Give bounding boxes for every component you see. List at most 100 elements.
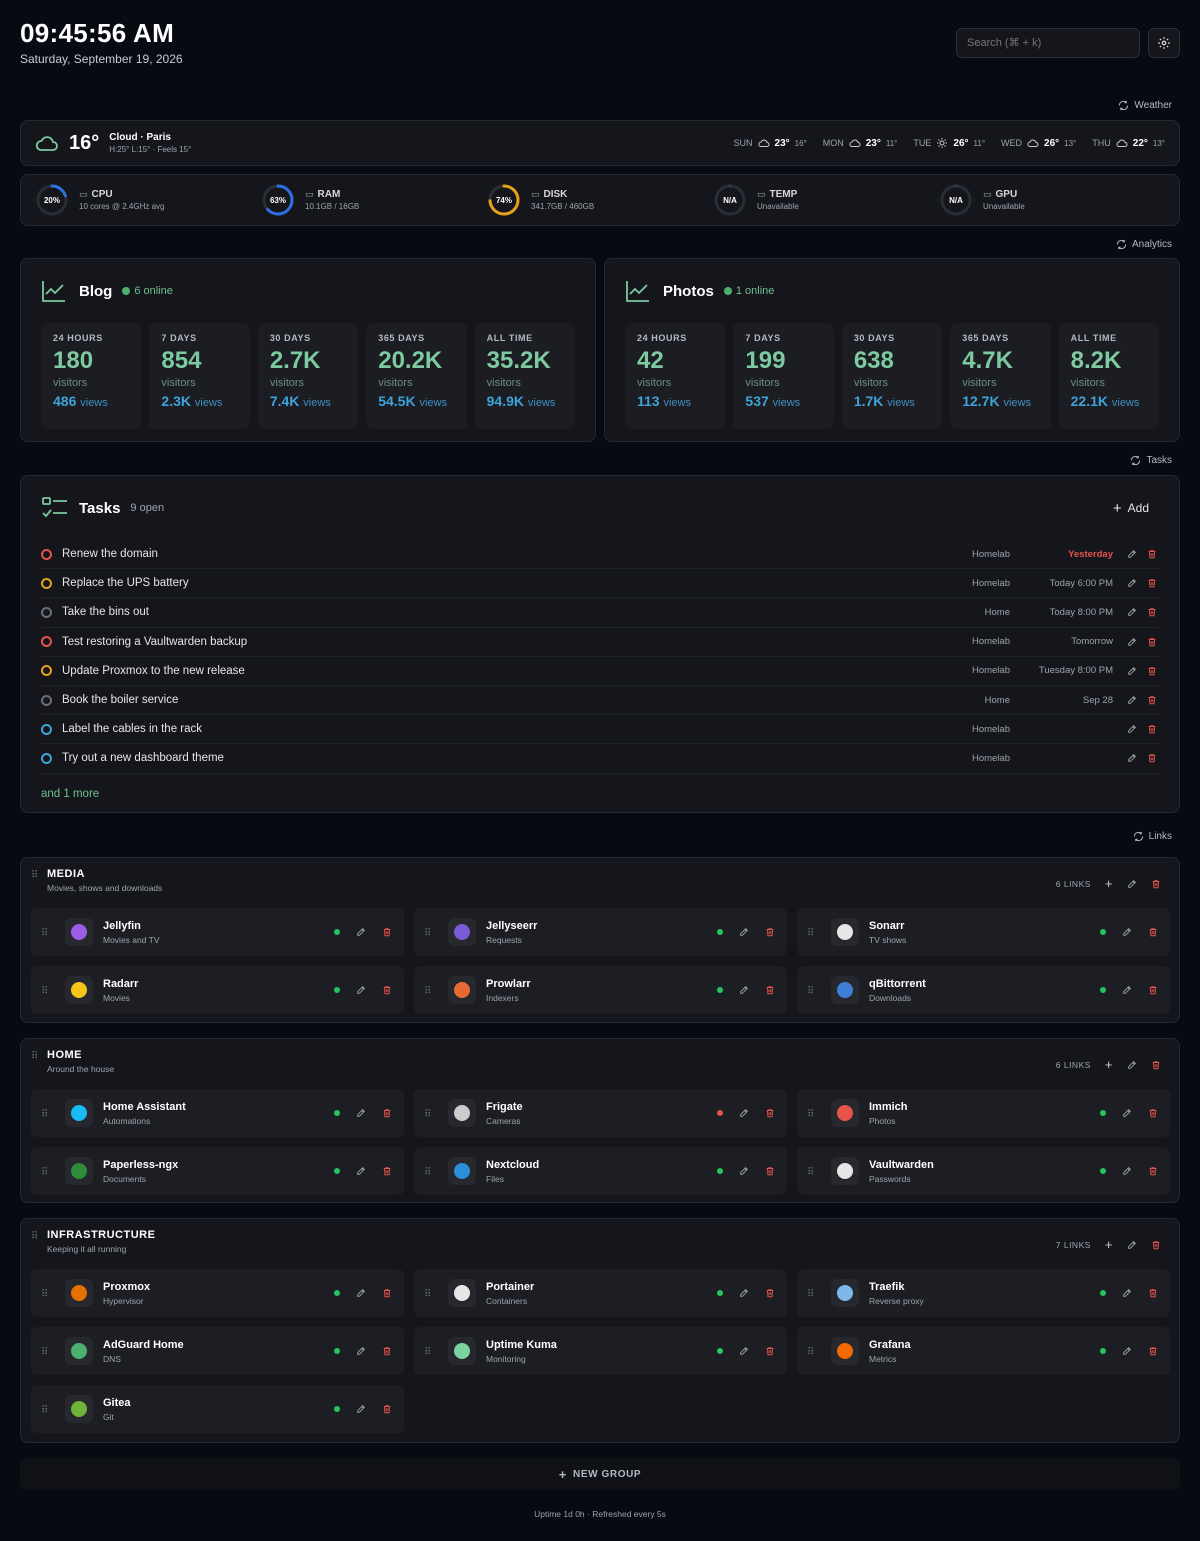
edit-icon[interactable] xyxy=(1127,549,1137,559)
trash-icon[interactable] xyxy=(765,1288,775,1298)
edit-icon[interactable] xyxy=(739,1108,749,1118)
edit-icon[interactable] xyxy=(1127,637,1137,647)
trash-icon[interactable] xyxy=(1147,637,1157,647)
drag-handle[interactable]: ⠿ xyxy=(807,1109,823,1120)
trash-icon[interactable] xyxy=(765,927,775,937)
drag-handle[interactable]: ⠿ xyxy=(807,1167,823,1178)
edit-icon[interactable] xyxy=(1127,666,1137,676)
drag-handle[interactable]: ⠿ xyxy=(424,928,440,939)
edit-icon[interactable] xyxy=(1127,879,1137,889)
drag-handle[interactable]: ⠿ xyxy=(41,1347,57,1358)
trash-icon[interactable] xyxy=(382,1108,392,1118)
edit-icon[interactable] xyxy=(1127,753,1137,763)
drag-handle[interactable]: ⠿ xyxy=(424,986,440,997)
new-group-button[interactable]: + NEW GROUP xyxy=(20,1458,1180,1490)
trash-icon[interactable] xyxy=(1147,549,1157,559)
tasks-section-label[interactable]: Tasks xyxy=(1130,455,1172,466)
edit-icon[interactable] xyxy=(356,1288,366,1298)
edit-icon[interactable] xyxy=(1122,985,1132,995)
drag-handle[interactable]: ⠿ xyxy=(41,1405,57,1416)
add-link-button[interactable]: + xyxy=(1105,1057,1113,1072)
link-card[interactable]: ⠿ Uptime Kuma Monitoring xyxy=(414,1327,787,1375)
task-row[interactable]: Update Proxmox to the new release Homelab… xyxy=(41,657,1159,686)
trash-icon[interactable] xyxy=(1147,724,1157,734)
edit-icon[interactable] xyxy=(356,927,366,937)
drag-handle[interactable]: ⠿ xyxy=(41,928,57,939)
link-card[interactable]: ⠿ Gitea Git xyxy=(31,1385,404,1433)
link-card[interactable]: ⠿ Portainer Containers xyxy=(414,1269,787,1317)
task-row[interactable]: Book the boiler service Home Sep 28 xyxy=(41,686,1159,716)
trash-icon[interactable] xyxy=(765,1108,775,1118)
drag-handle[interactable]: ⠿ xyxy=(807,986,823,997)
link-card[interactable]: ⠿ AdGuard Home DNS xyxy=(31,1327,404,1375)
links-section-label[interactable]: Links xyxy=(1133,831,1172,842)
trash-icon[interactable] xyxy=(1148,985,1158,995)
task-checkbox[interactable] xyxy=(41,636,52,648)
trash-icon[interactable] xyxy=(1151,1060,1161,1070)
drag-handle[interactable]: ⠿ xyxy=(807,928,823,939)
task-checkbox[interactable] xyxy=(41,577,52,589)
edit-icon[interactable] xyxy=(1122,1346,1132,1356)
edit-icon[interactable] xyxy=(356,1166,366,1176)
edit-icon[interactable] xyxy=(739,927,749,937)
link-card[interactable]: ⠿ Vaultwarden Passwords xyxy=(797,1147,1170,1195)
drag-handle[interactable]: ⠿ xyxy=(31,1052,47,1062)
drag-handle[interactable]: ⠿ xyxy=(424,1167,440,1178)
drag-handle[interactable]: ⠿ xyxy=(807,1347,823,1358)
edit-icon[interactable] xyxy=(739,1288,749,1298)
trash-icon[interactable] xyxy=(1148,1288,1158,1298)
link-card[interactable]: ⠿ Paperless-ngx Documents xyxy=(31,1147,404,1195)
trash-icon[interactable] xyxy=(382,1404,392,1414)
edit-icon[interactable] xyxy=(356,985,366,995)
trash-icon[interactable] xyxy=(382,1288,392,1298)
drag-handle[interactable]: ⠿ xyxy=(807,1289,823,1300)
trash-icon[interactable] xyxy=(1147,695,1157,705)
link-card[interactable]: ⠿ Home Assistant Automations xyxy=(31,1089,404,1137)
task-row[interactable]: Take the bins out Home Today 8:00 PM xyxy=(41,598,1159,628)
link-card[interactable]: ⠿ Sonarr TV shows xyxy=(797,908,1170,956)
link-card[interactable]: ⠿ Immich Photos xyxy=(797,1089,1170,1137)
task-row[interactable]: Try out a new dashboard theme Homelab xyxy=(41,744,1159,774)
link-card[interactable]: ⠿ qBittorrent Downloads xyxy=(797,966,1170,1014)
trash-icon[interactable] xyxy=(1148,1346,1158,1356)
task-checkbox[interactable] xyxy=(41,548,52,560)
edit-icon[interactable] xyxy=(1127,695,1137,705)
task-row[interactable]: Test restoring a Vaultwarden backup Homel… xyxy=(41,628,1159,657)
edit-icon[interactable] xyxy=(1122,1288,1132,1298)
analytics-section-label[interactable]: Analytics xyxy=(1116,239,1172,250)
trash-icon[interactable] xyxy=(765,1346,775,1356)
drag-handle[interactable]: ⠿ xyxy=(424,1289,440,1300)
edit-icon[interactable] xyxy=(739,1166,749,1176)
drag-handle[interactable]: ⠿ xyxy=(41,986,57,997)
trash-icon[interactable] xyxy=(1148,927,1158,937)
trash-icon[interactable] xyxy=(1147,607,1157,617)
trash-icon[interactable] xyxy=(1148,1166,1158,1176)
link-card[interactable]: ⠿ Jellyfin Movies and TV xyxy=(31,908,404,956)
task-checkbox[interactable] xyxy=(41,752,52,764)
edit-icon[interactable] xyxy=(1127,1060,1137,1070)
link-card[interactable]: ⠿ Radarr Movies xyxy=(31,966,404,1014)
more-tasks-link[interactable]: and 1 more xyxy=(41,788,1159,800)
drag-handle[interactable]: ⠿ xyxy=(31,871,47,881)
drag-handle[interactable]: ⠿ xyxy=(424,1347,440,1358)
link-card[interactable]: ⠿ Traefik Reverse proxy xyxy=(797,1269,1170,1317)
trash-icon[interactable] xyxy=(1147,753,1157,763)
drag-handle[interactable]: ⠿ xyxy=(41,1167,57,1178)
link-card[interactable]: ⠿ Grafana Metrics xyxy=(797,1327,1170,1375)
add-link-button[interactable]: + xyxy=(1105,876,1113,891)
edit-icon[interactable] xyxy=(356,1346,366,1356)
settings-button[interactable] xyxy=(1148,28,1180,58)
edit-icon[interactable] xyxy=(739,985,749,995)
trash-icon[interactable] xyxy=(382,927,392,937)
link-card[interactable]: ⠿ Prowlarr Indexers xyxy=(414,966,787,1014)
task-checkbox[interactable] xyxy=(41,694,52,706)
trash-icon[interactable] xyxy=(1147,578,1157,588)
trash-icon[interactable] xyxy=(382,1166,392,1176)
link-card[interactable]: ⠿ Nextcloud Files xyxy=(414,1147,787,1195)
drag-handle[interactable]: ⠿ xyxy=(424,1109,440,1120)
edit-icon[interactable] xyxy=(356,1108,366,1118)
edit-icon[interactable] xyxy=(1127,578,1137,588)
task-checkbox[interactable] xyxy=(41,723,52,735)
weather-section-label[interactable]: Weather xyxy=(1118,100,1172,111)
edit-icon[interactable] xyxy=(1122,1108,1132,1118)
